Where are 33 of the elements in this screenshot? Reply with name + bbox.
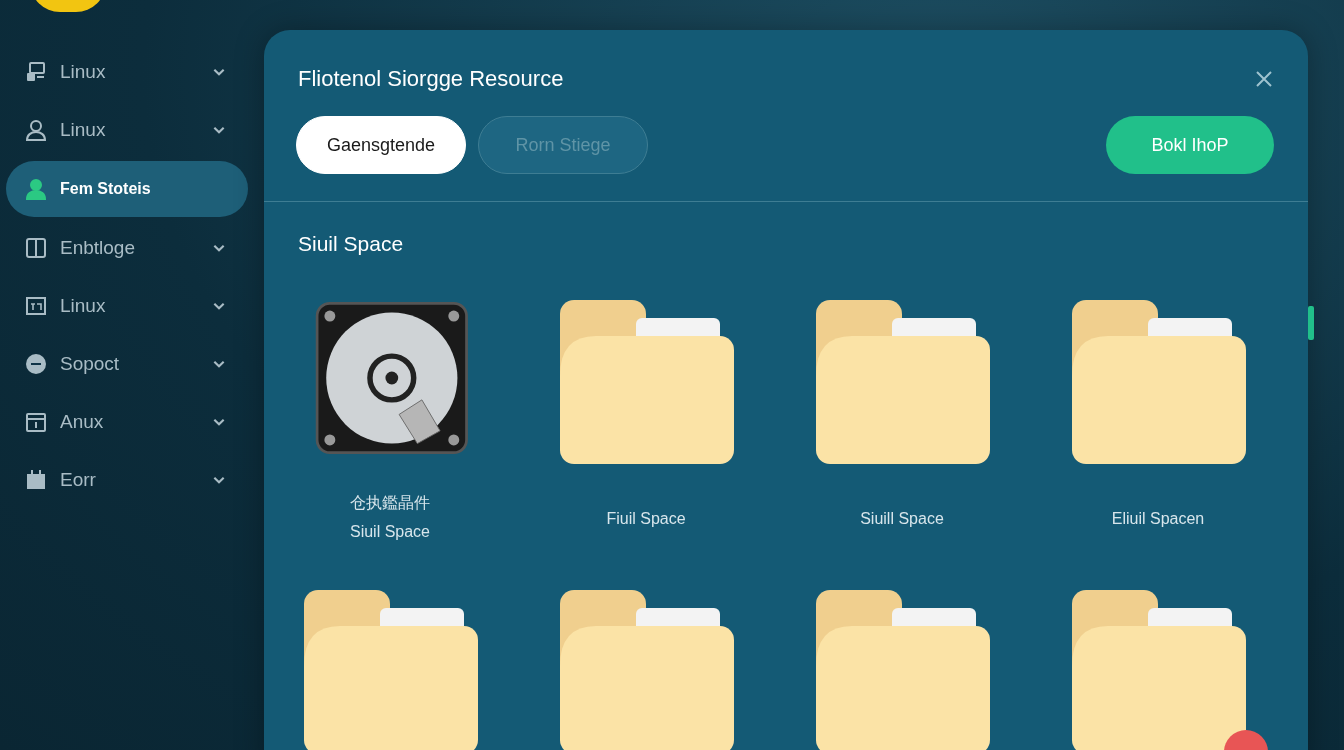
sidebar-item[interactable]: Linux (6, 103, 248, 157)
sidebar-item[interactable]: Linux (6, 45, 248, 99)
sidebar-item[interactable]: Fem Stoteis (6, 161, 248, 217)
sidebar-item[interactable]: Linux (6, 279, 248, 333)
chevron-down-icon (212, 359, 226, 369)
sidebar-item[interactable]: Anux (6, 395, 248, 449)
dialog-title: Fliotenol Siorgge Resource (298, 66, 564, 92)
chevron-down-icon (212, 243, 226, 253)
sidebar-item[interactable]: Eorr (6, 453, 248, 507)
window-icon (24, 294, 48, 318)
book-icon (24, 236, 48, 260)
item-label: 仓执鑑晶件 (350, 493, 430, 513)
server-icon (24, 60, 48, 84)
chevron-down-icon (212, 475, 226, 485)
item-label: Eliuil Spacen (1111, 509, 1205, 529)
scroll-marker (1308, 306, 1314, 340)
sidebar-item[interactable]: Enbtloge (6, 221, 248, 275)
item-label: Siuill Space (860, 509, 944, 529)
item-label: Fiuil Space (606, 509, 686, 529)
section-title: Siuil Space (297, 231, 405, 256)
chevron-down-icon (212, 125, 226, 135)
chevron-down-icon (212, 301, 226, 311)
disc-icon (24, 352, 48, 376)
calendar-icon (24, 410, 48, 434)
box-icon (24, 468, 48, 492)
chevron-down-icon (212, 67, 226, 77)
sidebar-item[interactable]: Sopoct (6, 337, 248, 391)
user-icon (24, 177, 48, 201)
chevron-down-icon (212, 417, 226, 427)
tab[interactable]: Gaensgtende (296, 116, 466, 174)
item-label: Siuil Space (349, 522, 430, 542)
user-icon (24, 118, 48, 142)
close-icon[interactable] (1254, 69, 1274, 89)
